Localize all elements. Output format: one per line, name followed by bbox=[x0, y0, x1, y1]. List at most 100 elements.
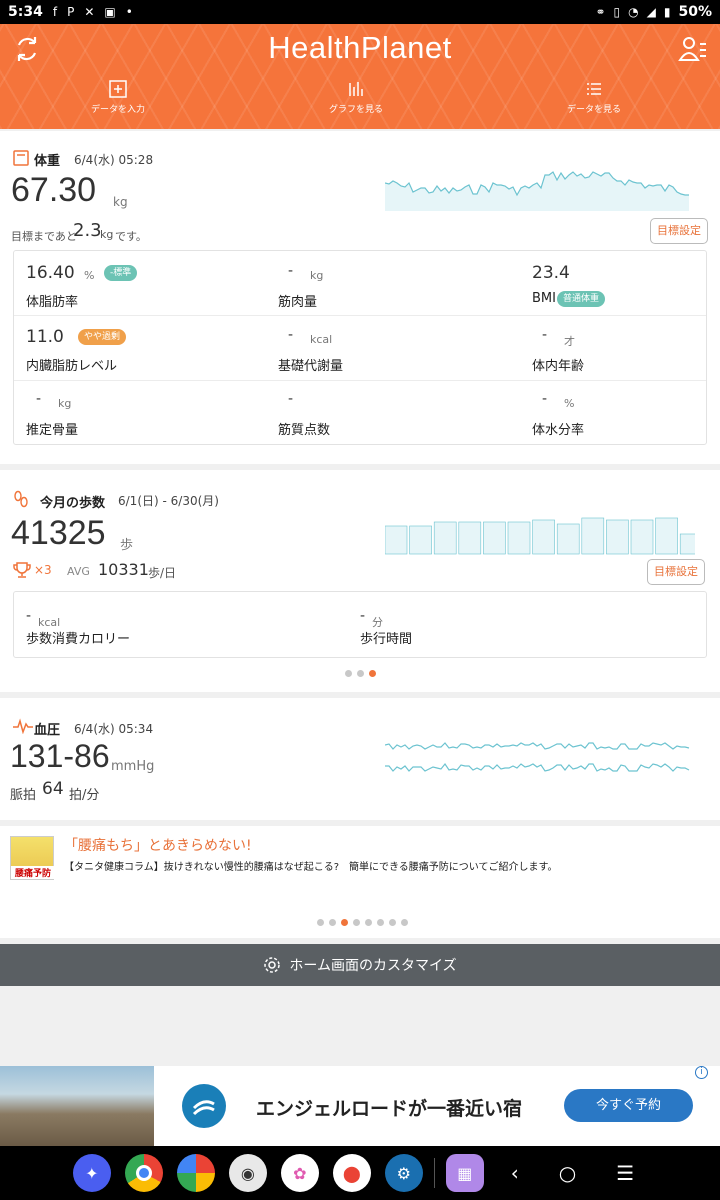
steps-page-indicator[interactable] bbox=[345, 670, 376, 677]
column-thumbnail-text: 腰痛予防 bbox=[11, 866, 55, 879]
metric-value: - bbox=[288, 263, 294, 279]
weight-goal-unit: kg bbox=[100, 228, 114, 241]
page-dot[interactable] bbox=[353, 919, 360, 926]
steps-avg-unit: 歩/日 bbox=[148, 566, 177, 580]
nav-graph[interactable]: グラフを見る bbox=[276, 80, 436, 115]
page-dot[interactable] bbox=[345, 670, 352, 677]
nav-data-list-label: データを見る bbox=[566, 105, 621, 115]
weight-trend-chart bbox=[385, 171, 689, 211]
steps-detail-grid bbox=[13, 591, 707, 658]
weight-title: 体重 bbox=[34, 154, 61, 169]
metric-value: - bbox=[288, 327, 294, 343]
metric-label: BMI bbox=[532, 291, 556, 306]
metric-label: 推定骨量 bbox=[26, 423, 79, 438]
trophy-icon bbox=[13, 562, 31, 578]
footprint-icon bbox=[14, 490, 28, 508]
nav-add-data[interactable]: データを入力 bbox=[38, 80, 198, 115]
steps-goal-button[interactable]: 目標設定 bbox=[647, 559, 705, 585]
bp-value: 131-86 bbox=[10, 738, 110, 774]
pulse-unit: 拍/分 bbox=[69, 788, 100, 803]
metric-unit: kg bbox=[310, 269, 324, 282]
customize-label: ホーム画面のカスタマイズ bbox=[289, 958, 457, 974]
back-icon[interactable]: ‹ bbox=[511, 1161, 519, 1185]
photos-app-icon[interactable] bbox=[176, 1154, 215, 1192]
user-menu-icon[interactable] bbox=[678, 34, 708, 64]
chart-line bbox=[385, 762, 690, 772]
graph-icon bbox=[349, 82, 363, 96]
home-icon[interactable]: ○ bbox=[559, 1161, 576, 1185]
paypay-icon: P bbox=[67, 5, 75, 19]
column-page-indicator[interactable] bbox=[317, 919, 408, 926]
page-dot[interactable] bbox=[341, 919, 348, 926]
metric-value: - bbox=[542, 391, 548, 407]
maps-app-icon[interactable]: ⬤ bbox=[332, 1154, 371, 1192]
metric-status-badge: -標準 bbox=[104, 265, 138, 281]
messenger-app-icon[interactable]: ✦ bbox=[72, 1154, 111, 1192]
vibrate-icon: ▯ bbox=[613, 5, 621, 19]
steps-value: 41325 bbox=[11, 514, 106, 552]
walk-time-value: - bbox=[360, 608, 366, 624]
heartbeat-icon bbox=[13, 718, 33, 734]
page-dot[interactable] bbox=[401, 919, 408, 926]
steps-bar bbox=[655, 517, 678, 555]
list-icon bbox=[587, 83, 601, 95]
bp-datetime: 6/4(水) 05:34 bbox=[74, 722, 154, 736]
weight-goal-button[interactable]: 目標設定 bbox=[650, 218, 708, 244]
gear-icon bbox=[264, 957, 281, 973]
weight-goal-prefix: 目標まであと bbox=[11, 230, 77, 243]
page-dot[interactable] bbox=[389, 919, 396, 926]
steps-bar bbox=[483, 521, 506, 555]
scale-icon bbox=[13, 150, 29, 166]
steps-bar bbox=[606, 519, 629, 555]
health-column-card[interactable]: 腰痛予防 「腰痛もち」とあきらめない! 【タニタ健康コラム】抜けきれない慢性的腰… bbox=[0, 826, 720, 938]
customize-home-button[interactable]: ホーム画面のカスタマイズ bbox=[0, 944, 720, 986]
app-drawer-icon[interactable]: ▦ bbox=[445, 1154, 484, 1192]
walk-time-label: 歩行時間 bbox=[360, 632, 413, 647]
metric-unit: kcal bbox=[310, 333, 333, 346]
chart-area bbox=[385, 172, 689, 211]
column-body: 【タニタ健康コラム】抜けきれない慢性的腰痛はなぜ起こる? 簡単にできる腰痛予防に… bbox=[64, 862, 558, 873]
metric-label: 筋質点数 bbox=[278, 423, 331, 438]
metric-value: 23.4 bbox=[532, 263, 570, 283]
weight-card[interactable]: 体重 6/4(水) 05:28 67.30 kg 目標まであと 2.3 kg で… bbox=[0, 131, 720, 464]
page-dot[interactable] bbox=[377, 919, 384, 926]
weight-unit: kg bbox=[113, 195, 128, 209]
steps-bar bbox=[507, 521, 531, 555]
steps-card[interactable]: 今月の歩数 6/1(日) - 6/30(月) 41325 歩 ×3 AVG 10… bbox=[0, 470, 720, 692]
page-dot[interactable] bbox=[357, 670, 364, 677]
ad-banner[interactable]: エンジェルロードが一番近い宿 今すぐ予約 i bbox=[0, 1066, 720, 1146]
facebook-icon: f bbox=[52, 5, 58, 19]
camera-app-icon[interactable]: ◉ bbox=[228, 1154, 267, 1192]
gallery-app-icon[interactable]: ✿ bbox=[280, 1154, 319, 1192]
pulse-label: 脈拍 bbox=[10, 788, 37, 803]
metric-value: 11.0 bbox=[26, 327, 64, 347]
page-dot[interactable] bbox=[369, 670, 376, 677]
settings-app-icon[interactable]: ⚙ bbox=[384, 1154, 423, 1192]
metric-unit: % bbox=[84, 269, 95, 282]
metric-label: 体内年齢 bbox=[532, 359, 585, 374]
x-icon: ✕ bbox=[84, 5, 95, 19]
recents-icon[interactable]: ☰ bbox=[616, 1161, 634, 1185]
column-title: 「腰痛もち」とあきらめない! bbox=[64, 838, 252, 854]
app-header: HealthPlanet データを入力 グラフを見る データを見る bbox=[0, 24, 720, 129]
column-thumbnail: 腰痛予防 bbox=[10, 836, 55, 880]
pulse-value: 64 bbox=[42, 779, 64, 799]
nav-data-list[interactable]: データを見る bbox=[514, 80, 674, 115]
ad-reserve-button[interactable]: 今すぐ予約 bbox=[564, 1089, 693, 1122]
bp-title: 血圧 bbox=[34, 723, 61, 738]
steps-bar bbox=[630, 519, 654, 555]
steps-bar-chart bbox=[385, 517, 695, 555]
steps-avg-label: AVG bbox=[67, 565, 90, 578]
steps-title: 今月の歩数 bbox=[40, 496, 106, 511]
status-time: 5:34 bbox=[8, 4, 43, 20]
blood-pressure-card[interactable]: 血圧 6/4(水) 05:34 131-86 mmHg 脈拍 64 拍/分 bbox=[0, 698, 720, 820]
chrome-app-icon[interactable] bbox=[124, 1154, 163, 1192]
metric-label: 内臓脂肪レベル bbox=[26, 359, 118, 374]
bp-trend-chart bbox=[385, 742, 690, 772]
add-data-icon bbox=[109, 80, 127, 98]
wifi-icon: ◔ bbox=[628, 5, 639, 19]
page-dot[interactable] bbox=[317, 919, 324, 926]
page-dot[interactable] bbox=[365, 919, 372, 926]
ad-info-icon[interactable]: i bbox=[695, 1066, 708, 1079]
page-dot[interactable] bbox=[329, 919, 336, 926]
